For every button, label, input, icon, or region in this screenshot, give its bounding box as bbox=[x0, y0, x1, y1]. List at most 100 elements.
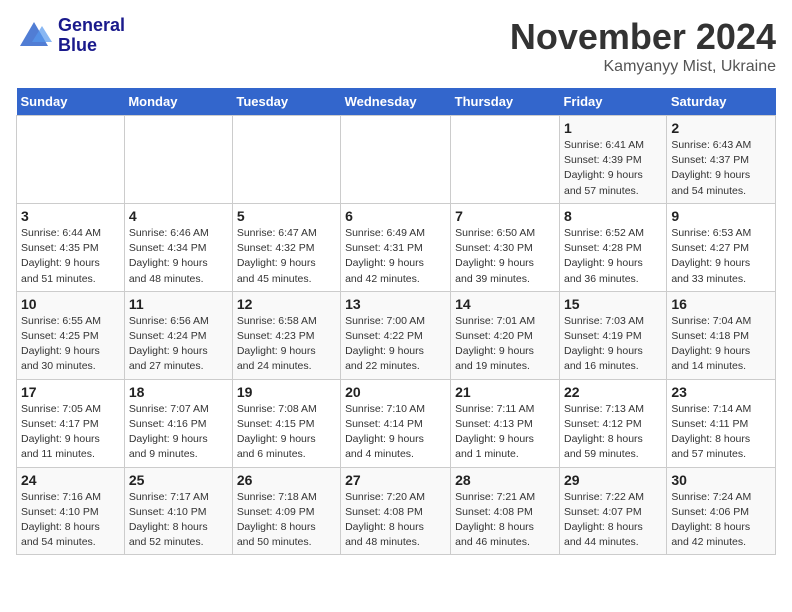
weekday-header-row: SundayMondayTuesdayWednesdayThursdayFrid… bbox=[17, 88, 776, 116]
page-header: General Blue November 2024 Kamyanyy Mist… bbox=[16, 16, 776, 76]
day-info: Sunrise: 7:08 AM Sunset: 4:15 PM Dayligh… bbox=[237, 402, 336, 463]
title-block: November 2024 Kamyanyy Mist, Ukraine bbox=[510, 16, 776, 76]
day-info: Sunrise: 7:03 AM Sunset: 4:19 PM Dayligh… bbox=[564, 314, 662, 375]
day-number: 3 bbox=[21, 208, 120, 224]
day-number: 29 bbox=[564, 472, 662, 488]
day-number: 11 bbox=[129, 296, 228, 312]
logo-line1: General bbox=[58, 16, 125, 36]
day-info: Sunrise: 7:04 AM Sunset: 4:18 PM Dayligh… bbox=[671, 314, 771, 375]
day-number: 8 bbox=[564, 208, 662, 224]
day-info: Sunrise: 7:22 AM Sunset: 4:07 PM Dayligh… bbox=[564, 490, 662, 551]
day-info: Sunrise: 7:21 AM Sunset: 4:08 PM Dayligh… bbox=[455, 490, 555, 551]
day-number: 27 bbox=[345, 472, 446, 488]
calendar-week-row: 24Sunrise: 7:16 AM Sunset: 4:10 PM Dayli… bbox=[17, 467, 776, 555]
calendar-cell: 5Sunrise: 6:47 AM Sunset: 4:32 PM Daylig… bbox=[232, 203, 340, 291]
day-info: Sunrise: 7:05 AM Sunset: 4:17 PM Dayligh… bbox=[21, 402, 120, 463]
calendar-cell: 1 Sunrise: 6:41 AM Sunset: 4:39 PM Daylig… bbox=[559, 116, 666, 204]
day-number: 14 bbox=[455, 296, 555, 312]
day-number: 16 bbox=[671, 296, 771, 312]
day-info: Sunrise: 7:24 AM Sunset: 4:06 PM Dayligh… bbox=[671, 490, 771, 551]
day-info: Sunrise: 7:01 AM Sunset: 4:20 PM Dayligh… bbox=[455, 314, 555, 375]
calendar-cell: 8 Sunrise: 6:52 AM Sunset: 4:28 PM Daylig… bbox=[559, 203, 666, 291]
weekday-header: Friday bbox=[559, 88, 666, 116]
day-info: Sunrise: 6:44 AM Sunset: 4:35 PM Dayligh… bbox=[21, 226, 120, 287]
calendar-cell: 9 Sunrise: 6:53 AM Sunset: 4:27 PM Daylig… bbox=[667, 203, 776, 291]
day-info: Sunrise: 6:56 AM Sunset: 4:24 PM Dayligh… bbox=[129, 314, 228, 375]
calendar-cell: 10 Sunrise: 6:55 AM Sunset: 4:25 PM Dayli… bbox=[17, 291, 125, 379]
calendar-cell bbox=[124, 116, 232, 204]
calendar-cell bbox=[232, 116, 340, 204]
day-number: 1 bbox=[564, 120, 662, 136]
day-number: 24 bbox=[21, 472, 120, 488]
day-info: Sunrise: 7:10 AM Sunset: 4:14 PM Dayligh… bbox=[345, 402, 446, 463]
calendar-cell: 6 Sunrise: 6:49 AM Sunset: 4:31 PM Daylig… bbox=[341, 203, 451, 291]
calendar-cell: 7Sunrise: 6:50 AM Sunset: 4:30 PM Daylig… bbox=[451, 203, 560, 291]
weekday-header: Wednesday bbox=[341, 88, 451, 116]
day-number: 25 bbox=[129, 472, 228, 488]
day-info: Sunrise: 7:17 AM Sunset: 4:10 PM Dayligh… bbox=[129, 490, 228, 551]
day-number: 26 bbox=[237, 472, 336, 488]
calendar-cell: 21 Sunrise: 7:11 AM Sunset: 4:13 PM Dayli… bbox=[451, 379, 560, 467]
calendar-cell: 26 Sunrise: 7:18 AM Sunset: 4:09 PM Dayli… bbox=[232, 467, 340, 555]
day-info: Sunrise: 7:11 AM Sunset: 4:13 PM Dayligh… bbox=[455, 402, 555, 463]
day-number: 4 bbox=[129, 208, 228, 224]
calendar-cell: 22 Sunrise: 7:13 AM Sunset: 4:12 PM Dayli… bbox=[559, 379, 666, 467]
calendar-cell: 30 Sunrise: 7:24 AM Sunset: 4:06 PM Dayli… bbox=[667, 467, 776, 555]
day-number: 12 bbox=[237, 296, 336, 312]
day-info: Sunrise: 6:46 AM Sunset: 4:34 PM Dayligh… bbox=[129, 226, 228, 287]
day-number: 6 bbox=[345, 208, 446, 224]
calendar-cell: 14 Sunrise: 7:01 AM Sunset: 4:20 PM Dayli… bbox=[451, 291, 560, 379]
day-number: 5 bbox=[237, 208, 336, 224]
calendar-cell: 15 Sunrise: 7:03 AM Sunset: 4:19 PM Dayli… bbox=[559, 291, 666, 379]
calendar-cell: 29 Sunrise: 7:22 AM Sunset: 4:07 PM Dayli… bbox=[559, 467, 666, 555]
day-info: Sunrise: 7:14 AM Sunset: 4:11 PM Dayligh… bbox=[671, 402, 771, 463]
weekday-header: Sunday bbox=[17, 88, 125, 116]
calendar-table: SundayMondayTuesdayWednesdayThursdayFrid… bbox=[16, 88, 776, 555]
calendar-cell bbox=[17, 116, 125, 204]
calendar-cell: 12 Sunrise: 6:58 AM Sunset: 4:23 PM Dayli… bbox=[232, 291, 340, 379]
day-number: 30 bbox=[671, 472, 771, 488]
day-number: 18 bbox=[129, 384, 228, 400]
day-info: Sunrise: 6:49 AM Sunset: 4:31 PM Dayligh… bbox=[345, 226, 446, 287]
calendar-cell: 16 Sunrise: 7:04 AM Sunset: 4:18 PM Dayli… bbox=[667, 291, 776, 379]
day-number: 7 bbox=[455, 208, 555, 224]
calendar-week-row: 3 Sunrise: 6:44 AM Sunset: 4:35 PM Daylig… bbox=[17, 203, 776, 291]
day-info: Sunrise: 6:41 AM Sunset: 4:39 PM Dayligh… bbox=[564, 138, 662, 199]
logo: General Blue bbox=[16, 16, 125, 56]
calendar-cell: 11 Sunrise: 6:56 AM Sunset: 4:24 PM Dayli… bbox=[124, 291, 232, 379]
day-number: 9 bbox=[671, 208, 771, 224]
day-number: 21 bbox=[455, 384, 555, 400]
day-info: Sunrise: 6:52 AM Sunset: 4:28 PM Dayligh… bbox=[564, 226, 662, 287]
day-info: Sunrise: 6:58 AM Sunset: 4:23 PM Dayligh… bbox=[237, 314, 336, 375]
day-number: 13 bbox=[345, 296, 446, 312]
calendar-week-row: 1 Sunrise: 6:41 AM Sunset: 4:39 PM Daylig… bbox=[17, 116, 776, 204]
calendar-cell: 2Sunrise: 6:43 AM Sunset: 4:37 PM Daylig… bbox=[667, 116, 776, 204]
day-number: 23 bbox=[671, 384, 771, 400]
weekday-header: Tuesday bbox=[232, 88, 340, 116]
calendar-cell: 3 Sunrise: 6:44 AM Sunset: 4:35 PM Daylig… bbox=[17, 203, 125, 291]
calendar-cell: 17Sunrise: 7:05 AM Sunset: 4:17 PM Dayli… bbox=[17, 379, 125, 467]
day-number: 22 bbox=[564, 384, 662, 400]
day-number: 28 bbox=[455, 472, 555, 488]
weekday-header: Thursday bbox=[451, 88, 560, 116]
day-number: 20 bbox=[345, 384, 446, 400]
calendar-cell bbox=[341, 116, 451, 204]
calendar-cell: 20 Sunrise: 7:10 AM Sunset: 4:14 PM Dayli… bbox=[341, 379, 451, 467]
logo-icon bbox=[16, 18, 52, 54]
day-info: Sunrise: 6:55 AM Sunset: 4:25 PM Dayligh… bbox=[21, 314, 120, 375]
day-info: Sunrise: 6:53 AM Sunset: 4:27 PM Dayligh… bbox=[671, 226, 771, 287]
calendar-week-row: 17Sunrise: 7:05 AM Sunset: 4:17 PM Dayli… bbox=[17, 379, 776, 467]
day-info: Sunrise: 7:13 AM Sunset: 4:12 PM Dayligh… bbox=[564, 402, 662, 463]
calendar-week-row: 10 Sunrise: 6:55 AM Sunset: 4:25 PM Dayli… bbox=[17, 291, 776, 379]
calendar-cell bbox=[451, 116, 560, 204]
calendar-cell: 27 Sunrise: 7:20 AM Sunset: 4:08 PM Dayli… bbox=[341, 467, 451, 555]
day-number: 15 bbox=[564, 296, 662, 312]
calendar-cell: 28 Sunrise: 7:21 AM Sunset: 4:08 PM Dayli… bbox=[451, 467, 560, 555]
day-number: 10 bbox=[21, 296, 120, 312]
day-info: Sunrise: 7:07 AM Sunset: 4:16 PM Dayligh… bbox=[129, 402, 228, 463]
calendar-cell: 23 Sunrise: 7:14 AM Sunset: 4:11 PM Dayli… bbox=[667, 379, 776, 467]
weekday-header: Saturday bbox=[667, 88, 776, 116]
day-info: Sunrise: 7:18 AM Sunset: 4:09 PM Dayligh… bbox=[237, 490, 336, 551]
day-info: Sunrise: 7:20 AM Sunset: 4:08 PM Dayligh… bbox=[345, 490, 446, 551]
calendar-cell: 18 Sunrise: 7:07 AM Sunset: 4:16 PM Dayli… bbox=[124, 379, 232, 467]
